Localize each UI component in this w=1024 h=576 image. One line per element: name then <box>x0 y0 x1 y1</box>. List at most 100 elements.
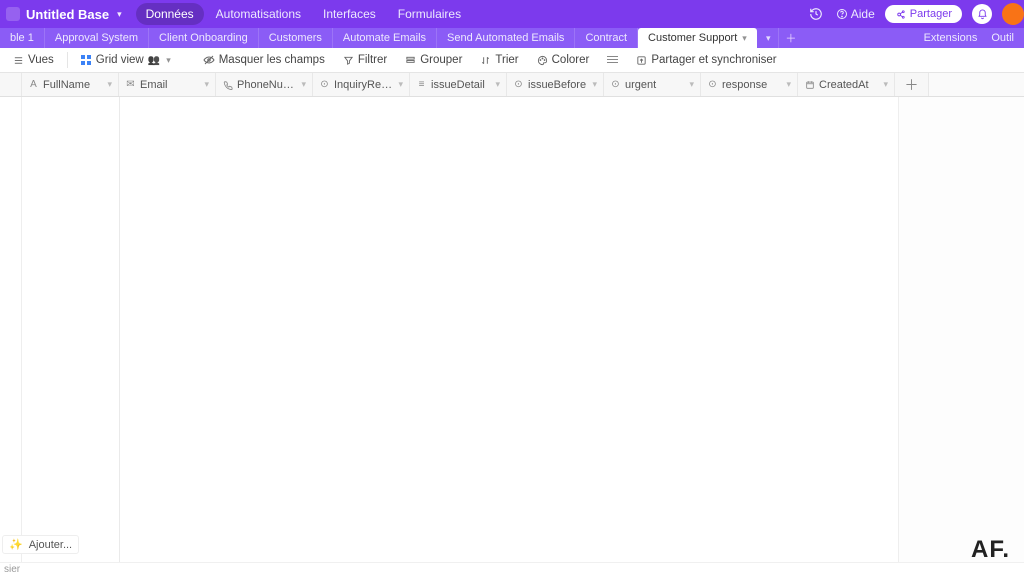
column-fullname[interactable]: A FullName ▾ <box>22 73 119 96</box>
column-phonenumber[interactable]: PhoneNumber ▾ <box>216 73 313 96</box>
sort-button[interactable]: Trier <box>473 51 525 69</box>
sparkle-icon: ✨ <box>9 538 23 551</box>
tab-customer-support[interactable]: Customer Support ▾ <box>638 28 757 48</box>
column-label: FullName <box>43 79 103 91</box>
text-field-icon: A <box>28 79 39 90</box>
date-field-icon <box>804 80 815 90</box>
tab-label: Customer Support <box>648 32 737 44</box>
chevron-down-icon[interactable]: ▾ <box>117 9 122 20</box>
share-label: Partager <box>910 8 952 20</box>
tools-link[interactable]: Outil <box>991 32 1014 44</box>
tab-contract[interactable]: Contract <box>575 28 638 48</box>
columns-end-spacer <box>929 73 1024 96</box>
tab-client-onboarding[interactable]: Client Onboarding <box>149 28 259 48</box>
nav-data[interactable]: Données <box>136 3 204 25</box>
select-field-icon: ⊙ <box>319 79 330 90</box>
email-field-icon: ✉ <box>125 79 136 90</box>
avatar[interactable] <box>1002 3 1024 25</box>
longtext-field-icon: ≡ <box>416 79 427 90</box>
collaborators-icon <box>148 55 160 66</box>
share-button[interactable]: Partager <box>885 5 962 23</box>
watermark: AF. <box>971 536 1010 564</box>
column-label: urgent <box>625 79 685 91</box>
nav-automations[interactable]: Automatisations <box>206 3 311 25</box>
share-sync-button[interactable]: Partager et synchroniser <box>629 51 783 69</box>
grid-icon <box>81 55 92 66</box>
column-issuebefore[interactable]: ⊙ issueBefore ▾ <box>507 73 604 96</box>
group-label: Grouper <box>420 54 462 66</box>
chevron-down-icon[interactable]: ▾ <box>742 33 747 44</box>
tab-send-automated-emails[interactable]: Send Automated Emails <box>437 28 575 48</box>
tab-approval-system[interactable]: Approval System <box>45 28 149 48</box>
chevron-down-icon[interactable]: ▾ <box>592 79 597 90</box>
column-urgent[interactable]: ⊙ urgent ▾ <box>604 73 701 96</box>
base-icon <box>6 7 20 21</box>
nav-forms[interactable]: Formulaires <box>388 3 471 25</box>
add-table-button[interactable]: ＋ <box>779 28 803 48</box>
column-email[interactable]: ✉ Email ▾ <box>119 73 216 96</box>
chevron-down-icon[interactable]: ▾ <box>689 79 694 90</box>
filter-label: Filtrer <box>358 54 387 66</box>
views-menu[interactable]: Vues <box>6 51 61 69</box>
add-column-button[interactable]: ＋ <box>895 73 929 96</box>
chevron-down-icon[interactable]: ▾ <box>495 79 500 90</box>
extensions-link[interactable]: Extensions <box>924 32 978 44</box>
column-inquiryreason[interactable]: ⊙ InquiryReason ▾ <box>313 73 410 96</box>
share-sync-label: Partager et synchroniser <box>651 54 776 66</box>
view-toolbar: Vues Grid view ▾ Masquer les champs Filt… <box>0 48 1024 73</box>
chevron-down-icon[interactable]: ▾ <box>166 55 171 66</box>
row-number-gutter <box>0 97 22 562</box>
add-record-label: Ajouter... <box>29 539 72 551</box>
phone-field-icon <box>222 80 233 90</box>
help-label: Aide <box>851 7 875 21</box>
column-issuedetail[interactable]: ≡ issueDetail ▾ <box>410 73 507 96</box>
help-button[interactable]: Aide <box>836 7 875 21</box>
grid-view-label: Grid view <box>96 54 144 66</box>
row-height-button[interactable] <box>600 53 625 68</box>
column-headers: A FullName ▾ ✉ Email ▾ PhoneNumber ▾ ⊙ I… <box>0 73 1024 97</box>
column-label: CreatedAt <box>819 79 879 91</box>
chevron-down-icon[interactable]: ▾ <box>107 79 112 90</box>
row-height-icon <box>607 56 618 65</box>
column-label: issueBefore <box>528 79 588 91</box>
chevron-down-icon[interactable]: ▾ <box>301 79 306 90</box>
nav-interfaces[interactable]: Interfaces <box>313 3 386 25</box>
select-field-icon: ⊙ <box>610 79 621 90</box>
column-response[interactable]: ⊙ response ▾ <box>701 73 798 96</box>
views-label: Vues <box>28 54 54 66</box>
tab-customers[interactable]: Customers <box>259 28 333 48</box>
chevron-down-icon[interactable]: ▾ <box>398 79 403 90</box>
select-field-icon: ⊙ <box>707 79 718 90</box>
column-label: InquiryReason <box>334 79 394 91</box>
tables-tabs: ble 1 Approval System Client Onboarding … <box>0 28 1024 48</box>
tab-table-1[interactable]: ble 1 <box>0 28 45 48</box>
footer-summary-label: sier <box>4 564 20 575</box>
group-button[interactable]: Grouper <box>398 51 469 69</box>
tab-automate-emails[interactable]: Automate Emails <box>333 28 437 48</box>
base-title[interactable]: Untitled Base <box>26 7 109 22</box>
sort-label: Trier <box>495 54 518 66</box>
history-icon[interactable] <box>806 4 826 24</box>
color-label: Colorer <box>552 54 590 66</box>
column-label: Email <box>140 79 200 91</box>
grid-body[interactable] <box>0 97 1024 562</box>
filter-button[interactable]: Filtrer <box>336 51 394 69</box>
select-field-icon: ⊙ <box>513 79 524 90</box>
column-label: response <box>722 79 782 91</box>
chevron-down-icon[interactable]: ▾ <box>204 79 209 90</box>
column-label: issueDetail <box>431 79 491 91</box>
chevron-down-icon[interactable]: ▾ <box>786 79 791 90</box>
tabs-dropdown[interactable]: ▾ <box>757 28 779 48</box>
notifications-button[interactable] <box>972 4 992 24</box>
app-header: Untitled Base ▾ Données Automatisations … <box>0 0 1024 28</box>
hide-fields-button[interactable]: Masquer les champs <box>196 51 332 69</box>
add-record-button[interactable]: ✨ Ajouter... <box>2 535 79 554</box>
column-label: PhoneNumber <box>237 79 297 91</box>
hide-fields-label: Masquer les champs <box>219 54 325 66</box>
header-nav: Données Automatisations Interfaces Formu… <box>136 3 472 25</box>
column-createdat[interactable]: CreatedAt ▾ <box>798 73 895 96</box>
grid-view-button[interactable]: Grid view ▾ <box>74 51 178 69</box>
chevron-down-icon[interactable]: ▾ <box>883 79 888 90</box>
color-button[interactable]: Colorer <box>530 51 597 69</box>
row-number-column <box>0 73 22 96</box>
